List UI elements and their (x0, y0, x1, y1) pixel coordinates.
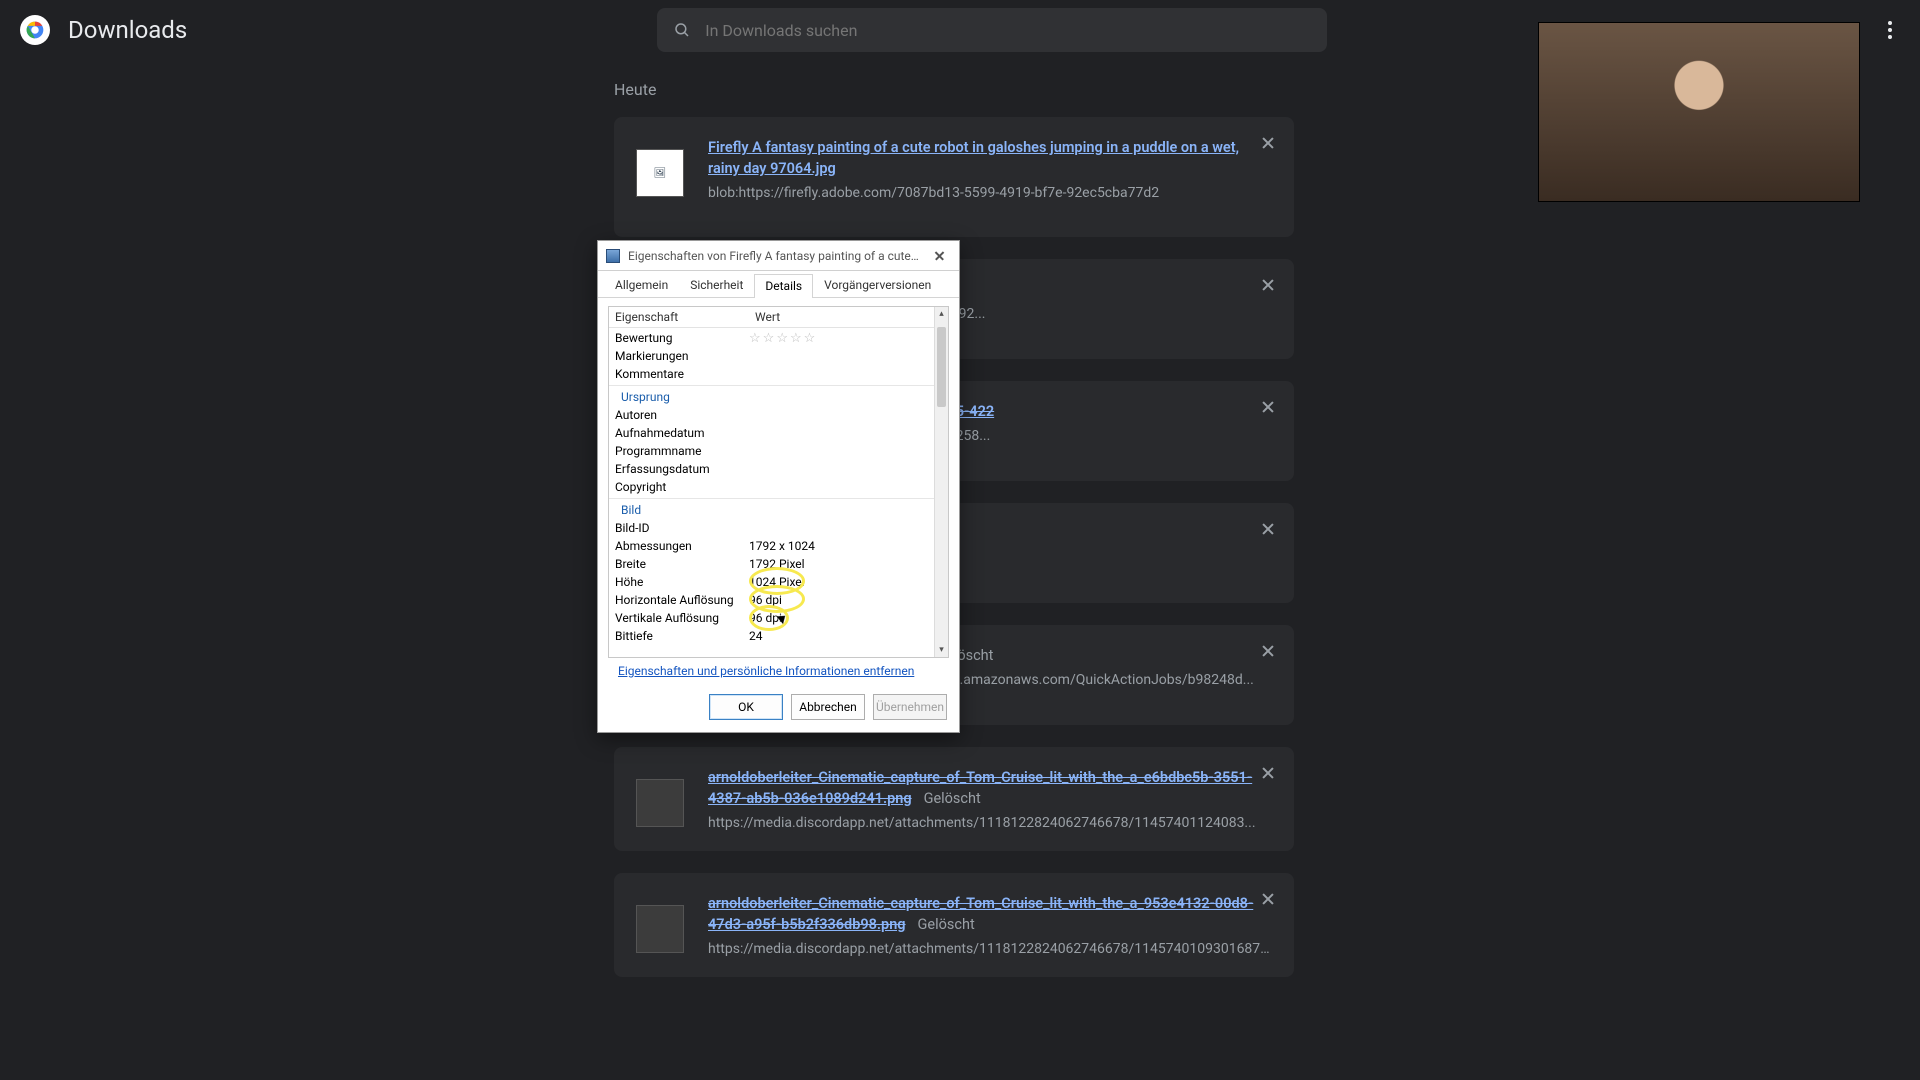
property-row[interactable]: Copyright (609, 478, 934, 496)
dialog-close-button[interactable] (927, 246, 951, 266)
property-row[interactable]: Programmname (609, 442, 934, 460)
property-value: 1792 Pixel (749, 557, 805, 571)
remove-download-button[interactable] (1258, 275, 1278, 295)
download-source-url: https://media.discordapp.net/attachments… (708, 815, 1272, 831)
search-input[interactable] (705, 21, 1311, 40)
apply-button[interactable]: Übernehmen (873, 694, 947, 720)
webcam-overlay (1538, 22, 1860, 202)
ok-button[interactable]: OK (709, 694, 783, 720)
download-source-url: blob:https://firefly.adobe.com/7087bd13-… (708, 185, 1272, 201)
search-box[interactable] (657, 8, 1327, 52)
property-row[interactable]: Erfassungsdatum (609, 460, 934, 478)
more-menu-button[interactable] (1880, 20, 1900, 40)
file-thumbnail-icon: 🖼 (636, 149, 684, 197)
remove-download-button[interactable] (1258, 641, 1278, 661)
search-icon (673, 21, 691, 39)
property-row[interactable]: Bittiefe24 (609, 627, 934, 645)
property-value: 1792 x 1024 (749, 539, 815, 553)
property-row[interactable]: Kommentare (609, 365, 934, 383)
property-row[interactable]: Horizontale Auflösung96 dpi (609, 591, 934, 609)
property-section-origin: Ursprung (609, 388, 934, 406)
property-section-image: Bild (609, 501, 934, 519)
tab-previous-versions[interactable]: Vorgängerversionen (813, 273, 942, 297)
tab-general[interactable]: Allgemein (604, 273, 679, 297)
property-row[interactable]: Markierungen (609, 347, 934, 365)
file-thumbnail-icon (636, 905, 684, 953)
download-card: arnoldoberleiter_Cinematic_capture_of_To… (614, 747, 1294, 851)
file-thumbnail-icon (636, 779, 684, 827)
scroll-up-arrow-icon[interactable]: ▴ (935, 307, 948, 321)
column-header-value[interactable]: Wert (749, 307, 948, 327)
dialog-title: Eigenschaften von Firefly A fantasy pain… (628, 249, 919, 263)
deleted-badge: Gelöscht (924, 790, 981, 807)
cancel-button[interactable]: Abbrechen (791, 694, 865, 720)
property-row[interactable]: Höhe1024 Pixel (609, 573, 934, 591)
property-value: 24 (749, 629, 763, 643)
property-row[interactable]: Vertikale Auflösung96 dpi (609, 609, 934, 627)
property-row[interactable]: Autoren (609, 406, 934, 424)
property-row[interactable]: Breite1792 Pixel (609, 555, 934, 573)
chrome-logo-icon (20, 15, 50, 45)
remove-download-button[interactable] (1258, 889, 1278, 909)
deleted-badge: Gelöscht (918, 916, 975, 933)
property-value: 96 dpi (749, 593, 782, 607)
scroll-down-arrow-icon[interactable]: ▾ (935, 643, 948, 657)
download-card: arnoldoberleiter_Cinematic_capture_of_To… (614, 873, 1294, 977)
download-filename-link[interactable]: arnoldoberleiter_Cinematic_capture_of_To… (708, 895, 1253, 933)
properties-listview[interactable]: Eigenschaft Wert Bewertung ☆☆☆☆☆ Markier… (608, 306, 949, 658)
remove-download-button[interactable] (1258, 519, 1278, 539)
property-row[interactable]: Bild-ID (609, 519, 934, 537)
dialog-file-icon (606, 249, 620, 263)
tab-details[interactable]: Details (754, 274, 813, 298)
properties-scrollbar[interactable]: ▴ ▾ (934, 307, 948, 657)
tab-security[interactable]: Sicherheit (679, 273, 754, 297)
remove-download-button[interactable] (1258, 397, 1278, 417)
download-card: 🖼 Firefly A fantasy painting of a cute r… (614, 117, 1294, 237)
property-value: 1024 Pixel (749, 575, 805, 589)
property-row[interactable]: Abmessungen1792 x 1024 (609, 537, 934, 555)
remove-download-button[interactable] (1258, 133, 1278, 153)
download-filename-link[interactable]: Firefly A fantasy painting of a cute rob… (708, 137, 1272, 179)
page-title: Downloads (68, 16, 187, 44)
rating-stars[interactable]: ☆☆☆☆☆ (749, 332, 815, 345)
properties-dialog: Eigenschaften von Firefly A fantasy pain… (597, 240, 960, 733)
remove-properties-link[interactable]: Eigenschaften und persönliche Informatio… (618, 664, 914, 678)
dialog-button-row: OK Abbrechen Übernehmen (598, 684, 959, 732)
column-header-property[interactable]: Eigenschaft (609, 307, 749, 327)
remove-download-button[interactable] (1258, 763, 1278, 783)
dialog-tabs: Allgemein Sicherheit Details Vorgängerve… (598, 271, 959, 298)
download-source-url: https://media.discordapp.net/attachments… (708, 941, 1272, 957)
dialog-titlebar[interactable]: Eigenschaften von Firefly A fantasy pain… (598, 241, 959, 271)
properties-header-row: Eigenschaft Wert (609, 307, 948, 328)
property-row[interactable]: Aufnahmedatum (609, 424, 934, 442)
scroll-thumb[interactable] (937, 327, 946, 407)
property-label: Bewertung (615, 331, 749, 345)
property-row[interactable]: Bewertung ☆☆☆☆☆ (609, 329, 934, 347)
